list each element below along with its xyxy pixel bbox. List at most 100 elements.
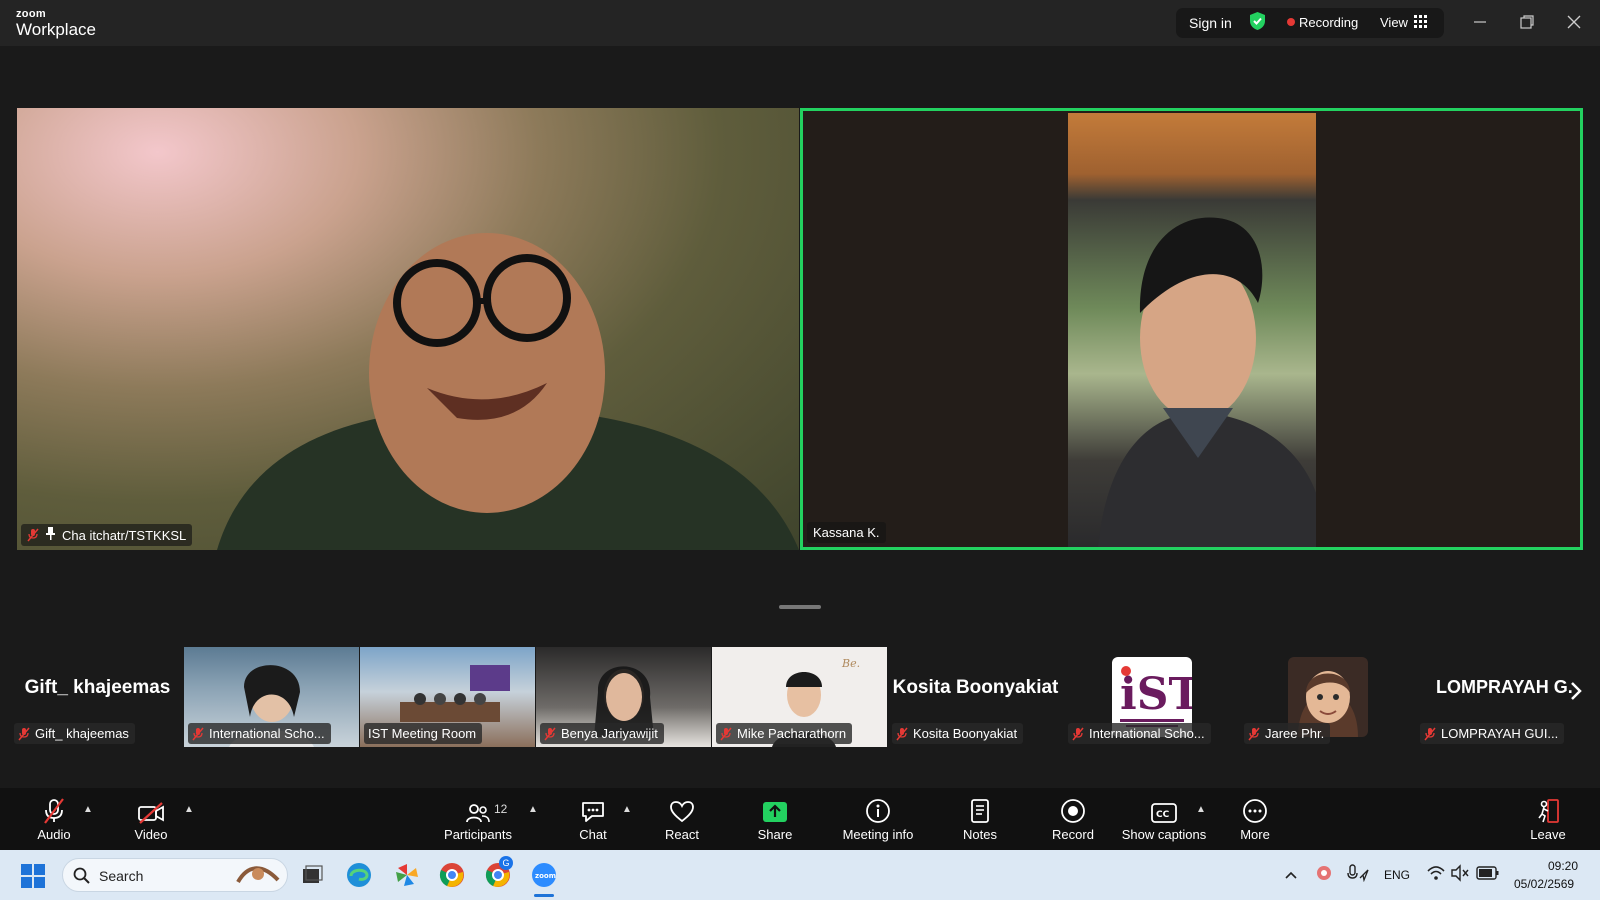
svg-text:zoom: zoom — [535, 872, 556, 880]
chat-label: Chat — [579, 827, 607, 842]
share-label: Share — [757, 827, 793, 842]
video-tile-main-left[interactable]: Cha itchatr/TSTKKSL — [17, 108, 799, 550]
video-label: Video — [134, 827, 168, 842]
view-button[interactable]: View — [1380, 15, 1408, 30]
grid-view-icon[interactable] — [1414, 15, 1427, 33]
volume-muted-icon[interactable] — [1450, 864, 1470, 887]
mic-muted-icon — [42, 788, 66, 824]
mic-muted-icon — [1248, 727, 1260, 741]
thumbnail-name-tag: Benya Jariyawijit — [540, 723, 664, 744]
thumbnail-tile[interactable]: International Scho... — [184, 647, 359, 747]
edge-browser-icon[interactable] — [346, 862, 372, 893]
thumbnail-label: International Scho... — [1089, 726, 1205, 741]
thumbnail-tile[interactable]: LOMPRAYAH G. LOMPRAYAH GUI... — [1416, 647, 1590, 747]
thumbnail-name-tag: International Scho... — [1068, 723, 1211, 744]
video-tile-active-speaker[interactable]: Kassana K. — [800, 108, 1583, 550]
app-pinwheel-icon[interactable] — [394, 862, 420, 893]
leave-button[interactable]: Leave — [1528, 788, 1568, 850]
svg-text:iST: iST — [1120, 669, 1192, 720]
restore-icon[interactable] — [1517, 12, 1537, 32]
search-highlight-icon — [233, 862, 283, 893]
app-tray-icon[interactable] — [1315, 864, 1333, 887]
leave-label: Leave — [1530, 827, 1566, 842]
thumbnail-name-tag: LOMPRAYAH GUI... — [1420, 723, 1565, 744]
mic-muted-icon — [192, 727, 204, 741]
participants-options-chevron-up-icon[interactable]: ▲ — [528, 804, 538, 815]
share-button[interactable]: Share — [755, 788, 795, 850]
zoom-logo: zoom Workplace — [16, 8, 96, 39]
resize-handle[interactable] — [779, 605, 821, 609]
chevron-right-icon[interactable] — [1570, 681, 1582, 706]
mic-muted-icon — [544, 727, 556, 741]
thumbnail-tile[interactable]: Be. Mike Pacharathorn — [712, 647, 887, 747]
video-name-tag: Kassana K. — [807, 522, 886, 543]
more-button[interactable]: More — [1235, 788, 1275, 850]
thumbnail-label: Benya Jariyawijit — [561, 726, 658, 741]
recording-indicator[interactable]: Recording — [1299, 15, 1358, 30]
windows-start-icon[interactable] — [21, 864, 45, 893]
thumbnail-tile[interactable]: Jaree Phr. — [1240, 647, 1415, 747]
logo-zoom-text: zoom — [16, 8, 46, 20]
minimize-icon[interactable] — [1470, 12, 1490, 32]
notes-label: Notes — [963, 827, 997, 842]
svg-text:CC: CC — [1156, 810, 1170, 820]
thumbnail-label: IST Meeting Room — [368, 726, 477, 741]
clock-time[interactable]: 09:20 — [1536, 859, 1578, 873]
zoom-app-icon[interactable]: zoom — [531, 862, 557, 893]
chevron-up-icon[interactable] — [1284, 867, 1298, 885]
clock-date[interactable]: 05/02/2569 — [1514, 877, 1574, 891]
audio-options-chevron-up-icon[interactable]: ▲ — [83, 804, 93, 815]
video-button[interactable]: Video — [131, 788, 171, 850]
participant-display-name: LOMPRAYAH G. — [1436, 677, 1573, 697]
record-button[interactable]: Record — [1052, 788, 1094, 850]
thumbnail-tile[interactable]: Gift_ khajeemas Gift_ khajeemas — [10, 647, 185, 747]
wifi-icon[interactable] — [1426, 864, 1446, 887]
chrome-icon[interactable] — [439, 862, 465, 893]
info-icon — [865, 788, 891, 824]
search-icon — [73, 867, 91, 890]
language-indicator[interactable]: ENG — [1384, 868, 1410, 882]
participants-label: Participants — [444, 827, 512, 842]
battery-icon[interactable] — [1476, 866, 1500, 885]
thumbnail-label: Gift_ khajeemas — [35, 726, 129, 741]
taskbar-search-box[interactable]: Search — [62, 858, 288, 892]
more-icon — [1242, 788, 1268, 824]
sign-in-button[interactable]: Sign in — [1189, 15, 1232, 31]
show-captions-button[interactable]: CC Show captions — [1119, 788, 1209, 850]
audio-button[interactable]: Audio — [34, 788, 74, 850]
thumbnail-tile[interactable]: Kosita Boonyakiat Kosita Boonyakiat — [888, 647, 1063, 747]
thumbnail-name-tag: IST Meeting Room — [364, 723, 483, 744]
thumbnail-label: International Scho... — [209, 726, 325, 741]
mic-location-icon[interactable] — [1346, 864, 1370, 887]
security-shield-icon[interactable] — [1249, 11, 1266, 36]
record-icon — [1060, 788, 1086, 824]
close-icon[interactable] — [1564, 12, 1584, 32]
thumbnail-label: LOMPRAYAH GUI... — [1441, 726, 1559, 741]
video-options-chevron-up-icon[interactable]: ▲ — [184, 804, 194, 815]
participants-button[interactable]: Participants — [442, 788, 514, 850]
leave-icon — [1535, 788, 1561, 824]
participant-name: Kassana K. — [813, 525, 880, 540]
chat-button[interactable]: Chat — [573, 788, 613, 850]
thumbnail-tile[interactable]: IST Meeting Room — [360, 647, 535, 747]
closed-captions-icon: CC — [1150, 788, 1178, 824]
meeting-toolbar: Audio ▲ Video ▲ Participants 12 ▲ Chat ▲… — [0, 788, 1600, 850]
react-button[interactable]: React — [662, 788, 702, 850]
mic-muted-icon — [27, 528, 39, 542]
captions-options-chevron-up-icon[interactable]: ▲ — [1196, 804, 1206, 815]
participant-video-image — [217, 233, 799, 550]
audio-label: Audio — [37, 827, 71, 842]
thumbnail-label: Mike Pacharathorn — [737, 726, 847, 741]
participant-name: Cha itchatr/TSTKKSL — [62, 527, 187, 543]
participant-display-name: Kosita Boonyakiat — [892, 677, 1059, 698]
meeting-info-button[interactable]: Meeting info — [836, 788, 920, 850]
thumbnail-tile[interactable]: Benya Jariyawijit — [536, 647, 711, 747]
thumbnail-tile[interactable]: iST International Scho... — [1064, 647, 1239, 747]
heart-icon — [669, 788, 695, 824]
notes-button[interactable]: Notes — [960, 788, 1000, 850]
chat-options-chevron-up-icon[interactable]: ▲ — [622, 804, 632, 815]
participant-video-image — [1068, 113, 1316, 547]
mic-muted-icon — [896, 727, 908, 741]
recording-dot-icon — [1287, 18, 1295, 26]
task-view-icon[interactable] — [301, 865, 323, 890]
